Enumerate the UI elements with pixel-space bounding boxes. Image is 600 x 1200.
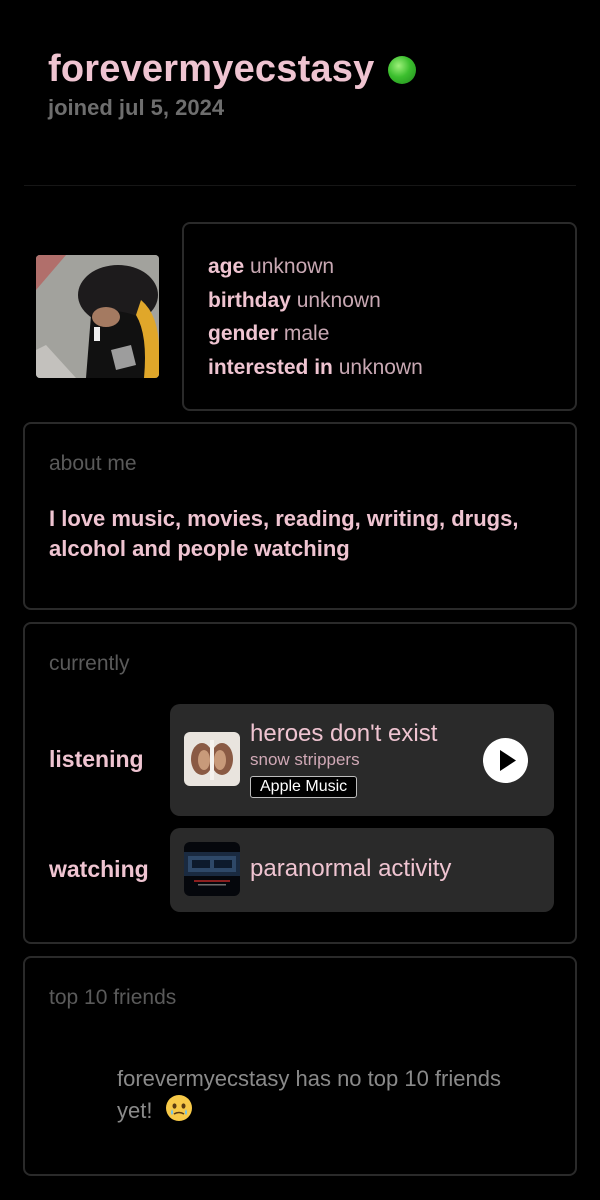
info-card: age unknown birthday unknown gender male… xyxy=(182,222,577,411)
about-title: about me xyxy=(49,452,137,475)
currently-card: currently listening heroes don't exist s… xyxy=(23,622,577,944)
interested-value: unknown xyxy=(338,355,423,379)
profile-page: forevermyecstasy joined jul 5, 2024 age … xyxy=(0,0,600,1200)
album-art xyxy=(184,732,240,786)
movie-poster-image xyxy=(184,842,240,896)
watching-title[interactable]: paranormal activity xyxy=(250,855,451,883)
about-text: I love music, movies, reading, writing, … xyxy=(49,506,519,561)
top-friends-empty-message: forevermyecstasy has no top 10 friends y… xyxy=(117,1064,507,1130)
profile-header: forevermyecstasy joined jul 5, 2024 xyxy=(48,48,417,121)
album-art-image xyxy=(184,732,240,786)
track-artist: snow strippers xyxy=(250,750,360,769)
info-gender: gender male xyxy=(208,317,575,351)
joined-date: joined jul 5, 2024 xyxy=(48,95,225,120)
info-interested: interested in unknown xyxy=(208,351,575,385)
watching-label: watching xyxy=(49,856,149,882)
online-status-icon xyxy=(388,55,417,84)
header-divider xyxy=(24,185,576,186)
avatar-photo xyxy=(36,255,159,378)
age-label: age xyxy=(208,255,245,278)
top-friends-title: top 10 friends xyxy=(49,986,177,1009)
listening-label: listening xyxy=(49,746,144,772)
gender-label: gender xyxy=(208,322,279,345)
username-row: forevermyecstasy xyxy=(48,48,417,91)
birthday-value: unknown xyxy=(296,288,381,312)
age-value: unknown xyxy=(250,255,335,278)
now-playing-card[interactable]: heroes don't exist snow strippers Apple … xyxy=(170,704,554,816)
tearful-face-icon xyxy=(165,1094,193,1130)
info-age: age unknown xyxy=(208,250,575,284)
gender-value: male xyxy=(283,322,330,345)
about-card: about me I love music, movies, reading, … xyxy=(23,422,577,610)
username: forevermyecstasy xyxy=(48,48,375,90)
play-button[interactable] xyxy=(483,738,528,783)
apple-music-badge[interactable]: Apple Music xyxy=(250,776,358,798)
avatar[interactable] xyxy=(36,255,159,378)
birthday-label: birthday xyxy=(208,288,291,312)
now-watching-card[interactable]: paranormal activity xyxy=(170,828,554,912)
movie-poster xyxy=(184,842,240,896)
currently-title: currently xyxy=(49,652,130,675)
info-birthday: birthday unknown xyxy=(208,284,575,318)
top-friends-card: top 10 friends forevermyecstasy has no t… xyxy=(23,956,577,1176)
play-icon xyxy=(500,750,516,771)
face-holding-back-tears-icon xyxy=(165,1095,192,1121)
track-title[interactable]: heroes don't exist xyxy=(250,720,437,748)
interested-label: interested in xyxy=(208,355,333,379)
